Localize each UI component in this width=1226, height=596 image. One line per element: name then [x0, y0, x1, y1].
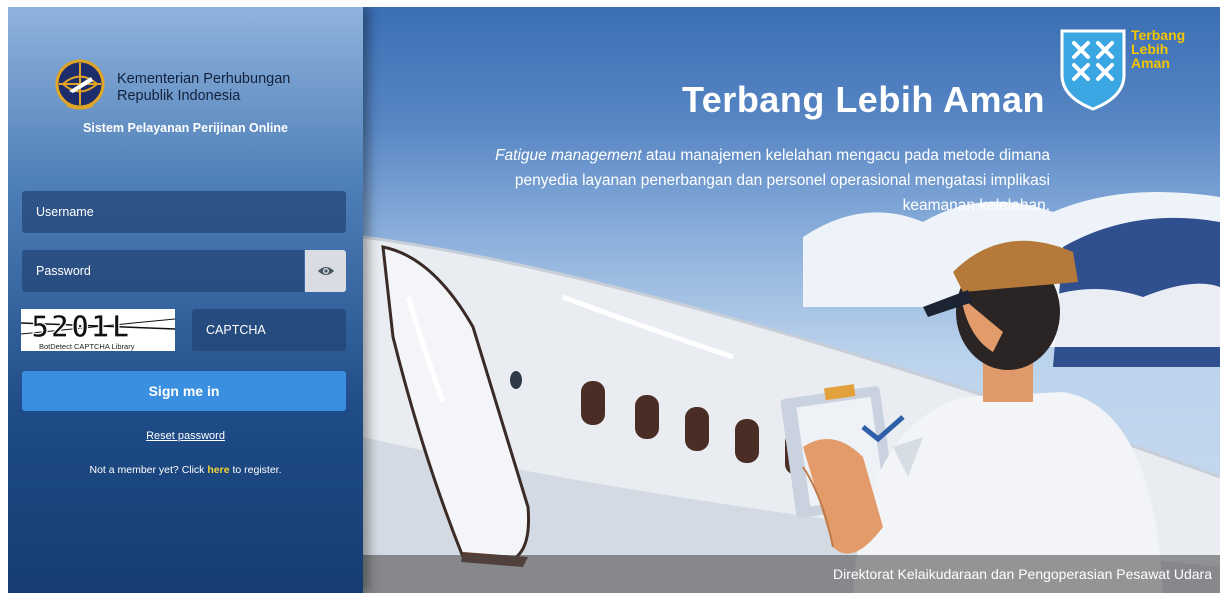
username-input[interactable]: Username — [22, 191, 346, 233]
org-line-1: Kementerian Perhubungan — [117, 71, 291, 87]
badge-text: Terbang Lebih Aman — [1131, 28, 1185, 70]
ministry-emblem-icon — [55, 59, 105, 110]
show-password-button[interactable] — [305, 250, 346, 292]
app-name: Sistem Pelayanan Perijinan Online — [83, 121, 288, 135]
captcha-code: 5201L — [31, 310, 131, 342]
captcha-placeholder: CAPTCHA — [206, 323, 266, 337]
badge-line-2: Lebih — [1131, 41, 1169, 57]
sign-in-button[interactable]: Sign me in — [22, 371, 346, 411]
org-line-2: Republik Indonesia — [117, 88, 241, 104]
footer-caption: Direktorat Kelaikudaraan dan Pengoperasi… — [363, 555, 1220, 593]
brand: Kementerian Perhubungan Republik Indones… — [55, 59, 355, 119]
register-suffix: to register. — [229, 464, 282, 476]
captcha-image: 5201L BotDetect CAPTCHA Library — [21, 309, 175, 351]
hero-text-emphasis: Fatigue management — [495, 147, 642, 164]
shield-badge-icon — [1060, 29, 1126, 111]
hero-title: Terbang Lebih Aman — [681, 79, 1045, 120]
login-page: Kementerian Perhubungan Republik Indones… — [8, 7, 1220, 593]
eye-icon — [317, 267, 334, 275]
hero-description: Fatigue management atau manajemen kelela… — [490, 143, 1050, 218]
register-prefix: Not a member yet? Click — [89, 464, 208, 476]
captcha-caption: BotDetect CAPTCHA Library — [39, 342, 135, 351]
badge-line-3: Aman — [1131, 55, 1170, 71]
badge-line-1: Terbang — [1131, 27, 1186, 43]
reset-password-link[interactable]: Reset password — [8, 430, 363, 442]
password-input[interactable]: Password — [22, 250, 304, 292]
org-name: Kementerian Perhubungan Republik Indones… — [117, 71, 290, 105]
register-prompt: Not a member yet? Click here to register… — [8, 464, 363, 476]
captcha-input[interactable]: CAPTCHA — [192, 309, 346, 351]
campaign-badge: Terbang Lebih Aman — [1058, 25, 1208, 111]
hero-banner: Terbang Lebih Aman Fatigue management at… — [363, 7, 1220, 593]
username-placeholder: Username — [36, 205, 94, 219]
password-placeholder: Password — [36, 264, 91, 278]
register-link[interactable]: here — [207, 464, 229, 476]
login-panel: Kementerian Perhubungan Republik Indones… — [8, 7, 363, 593]
